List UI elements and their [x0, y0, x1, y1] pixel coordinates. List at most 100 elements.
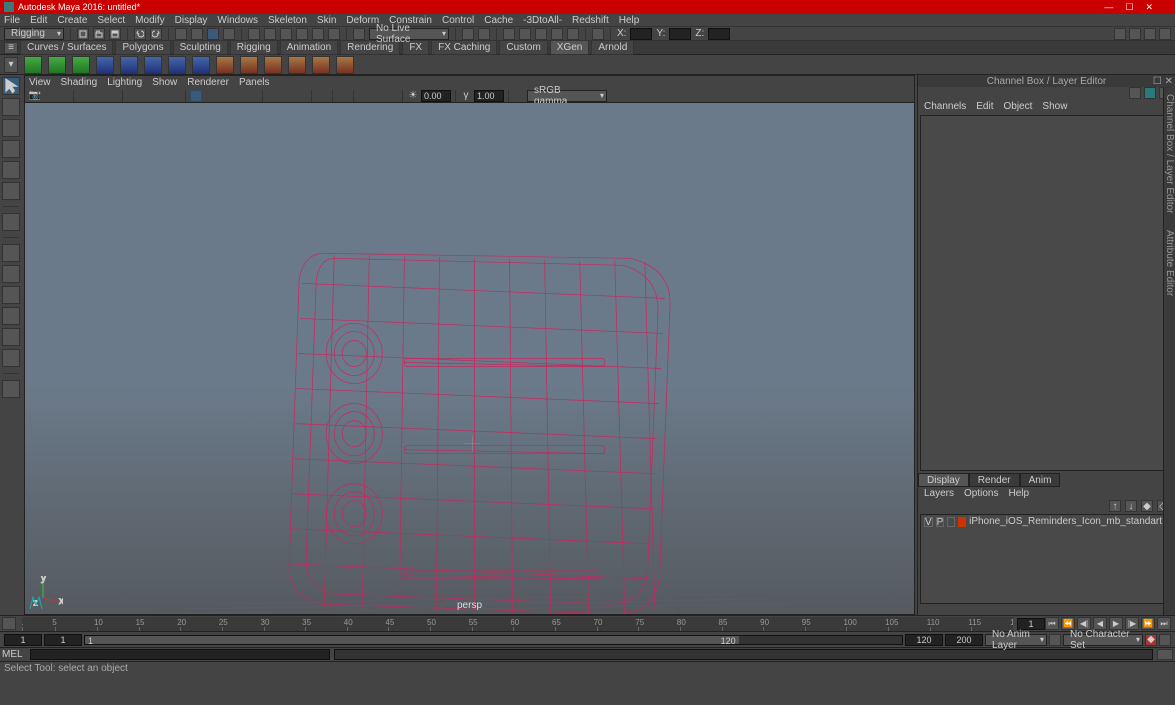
anim-layer-dropdown[interactable]: No Anim Layer [985, 634, 1047, 646]
xgen-icon-8[interactable] [192, 56, 210, 74]
selection-display-icon[interactable] [1129, 28, 1141, 40]
snap-point-icon[interactable] [280, 28, 292, 40]
xgen-icon-6[interactable] [144, 56, 162, 74]
coord-z-input[interactable] [708, 28, 730, 40]
channel-menu-show[interactable]: Show [1042, 101, 1067, 112]
grease-pencil-icon[interactable] [106, 90, 118, 102]
snap-view-icon[interactable] [328, 28, 340, 40]
time-track[interactable]: 1510152025303540455055606570758085909510… [22, 617, 1013, 631]
layer-name[interactable]: iPhone_iOS_Reminders_Icon_mb_standart:iP… [969, 516, 1169, 527]
shelf-tab-arnold[interactable]: Arnold [591, 40, 634, 55]
xgen-icon-4[interactable] [96, 56, 114, 74]
vp-menu-renderer[interactable]: Renderer [187, 77, 229, 88]
layout-single-icon[interactable] [2, 244, 20, 262]
xray-icon[interactable] [281, 90, 293, 102]
film-gate-icon[interactable] [141, 90, 153, 102]
gate-mask-icon[interactable] [169, 90, 181, 102]
hypershade-icon[interactable] [551, 28, 563, 40]
new-layer-icon[interactable]: ◆ [1141, 500, 1153, 512]
minimize-button[interactable]: — [1104, 2, 1113, 13]
shelf-tab-rigging[interactable]: Rigging [230, 40, 278, 55]
vp-menu-view[interactable]: View [29, 77, 51, 88]
xgen-icon-7[interactable] [168, 56, 186, 74]
sound-icon[interactable] [2, 617, 16, 630]
layer-menu-layers[interactable]: Layers [924, 488, 954, 499]
viewport-3d[interactable]: y x z persp [25, 103, 914, 614]
menu-control[interactable]: Control [442, 15, 474, 26]
channel-menu-object[interactable]: Object [1004, 101, 1033, 112]
xgen-icon-10[interactable] [240, 56, 258, 74]
resolution-gate-icon[interactable] [155, 90, 167, 102]
vp-menu-shading[interactable]: Shading [61, 77, 98, 88]
toggle-panel-icon[interactable] [592, 28, 604, 40]
menu-help[interactable]: Help [619, 15, 640, 26]
menu-cache[interactable]: Cache [484, 15, 513, 26]
scale-tool[interactable] [2, 182, 20, 200]
xray-joints-icon[interactable] [295, 90, 307, 102]
vp-menu-panels[interactable]: Panels [239, 77, 270, 88]
image-plane-icon[interactable] [78, 90, 90, 102]
menu-deform[interactable]: Deform [346, 15, 379, 26]
go-to-end-button[interactable]: ⏭ [1157, 617, 1171, 630]
menu-edit[interactable]: Edit [30, 15, 47, 26]
shelf-tab-animation[interactable]: Animation [280, 40, 338, 55]
workspace-dropdown[interactable]: Rigging [4, 28, 64, 40]
maximize-button[interactable]: ☐ [1125, 2, 1133, 13]
menu-skin[interactable]: Skin [317, 15, 336, 26]
layer-menu-help[interactable]: Help [1008, 488, 1029, 499]
menu-file[interactable]: File [4, 15, 20, 26]
channel-menu-channels[interactable]: Channels [924, 101, 966, 112]
lasso-tool[interactable] [2, 98, 20, 116]
colorspace-dropdown[interactable]: sRGB gamma [527, 90, 607, 102]
snap-curve-icon[interactable] [264, 28, 276, 40]
xgen-icon-1[interactable] [24, 56, 42, 74]
layer-tab-render[interactable]: Render [969, 473, 1020, 487]
shelf-tab-fxcaching[interactable]: FX Caching [431, 40, 497, 55]
new-scene-icon[interactable] [77, 28, 89, 40]
channel-box-icon[interactable] [1159, 28, 1171, 40]
live-surface-dropdown[interactable]: No Live Surface [369, 28, 449, 40]
step-forward-key-button[interactable]: ⏩ [1141, 617, 1155, 630]
layer-color-swatch[interactable] [958, 517, 966, 527]
playback-start-input[interactable] [44, 634, 82, 646]
render-icon[interactable] [503, 28, 515, 40]
menu-skeleton[interactable]: Skeleton [268, 15, 307, 26]
history-icon[interactable] [462, 28, 474, 40]
wireframe-on-shaded-icon[interactable] [267, 90, 279, 102]
gamma-input[interactable] [474, 90, 504, 102]
isolate-select-icon[interactable] [337, 90, 349, 102]
layer-menu-options[interactable]: Options [964, 488, 998, 499]
menu-create[interactable]: Create [57, 15, 87, 26]
shelf-tab-polygons[interactable]: Polygons [115, 40, 170, 55]
snap-grid-icon[interactable] [248, 28, 260, 40]
layer-visible-toggle[interactable]: V [924, 517, 933, 527]
script-editor-icon[interactable] [1157, 649, 1173, 660]
modeling-toolkit-icon[interactable] [1114, 28, 1126, 40]
xgen-icon-3[interactable] [72, 56, 90, 74]
coord-x-input[interactable] [630, 28, 652, 40]
depth-field-icon[interactable] [358, 90, 370, 102]
close-button[interactable]: ✕ [1145, 2, 1153, 13]
xgen-icon-5[interactable] [120, 56, 138, 74]
move-layer-up-icon[interactable]: ↑ [1109, 500, 1121, 512]
layer-row-1[interactable]: V P iPhone_iOS_Reminders_Icon_mb_standar… [921, 515, 1172, 528]
xgen-icon-9[interactable] [216, 56, 234, 74]
redo-icon[interactable] [150, 28, 162, 40]
shelf-tab-custom[interactable]: Custom [499, 40, 547, 55]
command-input[interactable] [30, 649, 330, 660]
shade-only-icon[interactable] [316, 90, 328, 102]
menu-windows[interactable]: Windows [217, 15, 258, 26]
xgen-icon-2[interactable] [48, 56, 66, 74]
camera-select-icon[interactable]: 📷 [29, 90, 41, 102]
xgen-icon-14[interactable] [336, 56, 354, 74]
side-handle-channels[interactable]: Channel Box / Layer Editor [1164, 94, 1175, 214]
xgen-icon-13[interactable] [312, 56, 330, 74]
rotate-tool[interactable] [2, 161, 20, 179]
open-scene-icon[interactable] [93, 28, 105, 40]
menu-modify[interactable]: Modify [135, 15, 164, 26]
coord-y-input[interactable] [669, 28, 691, 40]
motion-blur-icon[interactable] [372, 90, 384, 102]
snap-surface-icon[interactable] [312, 28, 324, 40]
character-set-dropdown[interactable]: No Character Set [1063, 634, 1143, 646]
xgen-icon-12[interactable] [288, 56, 306, 74]
